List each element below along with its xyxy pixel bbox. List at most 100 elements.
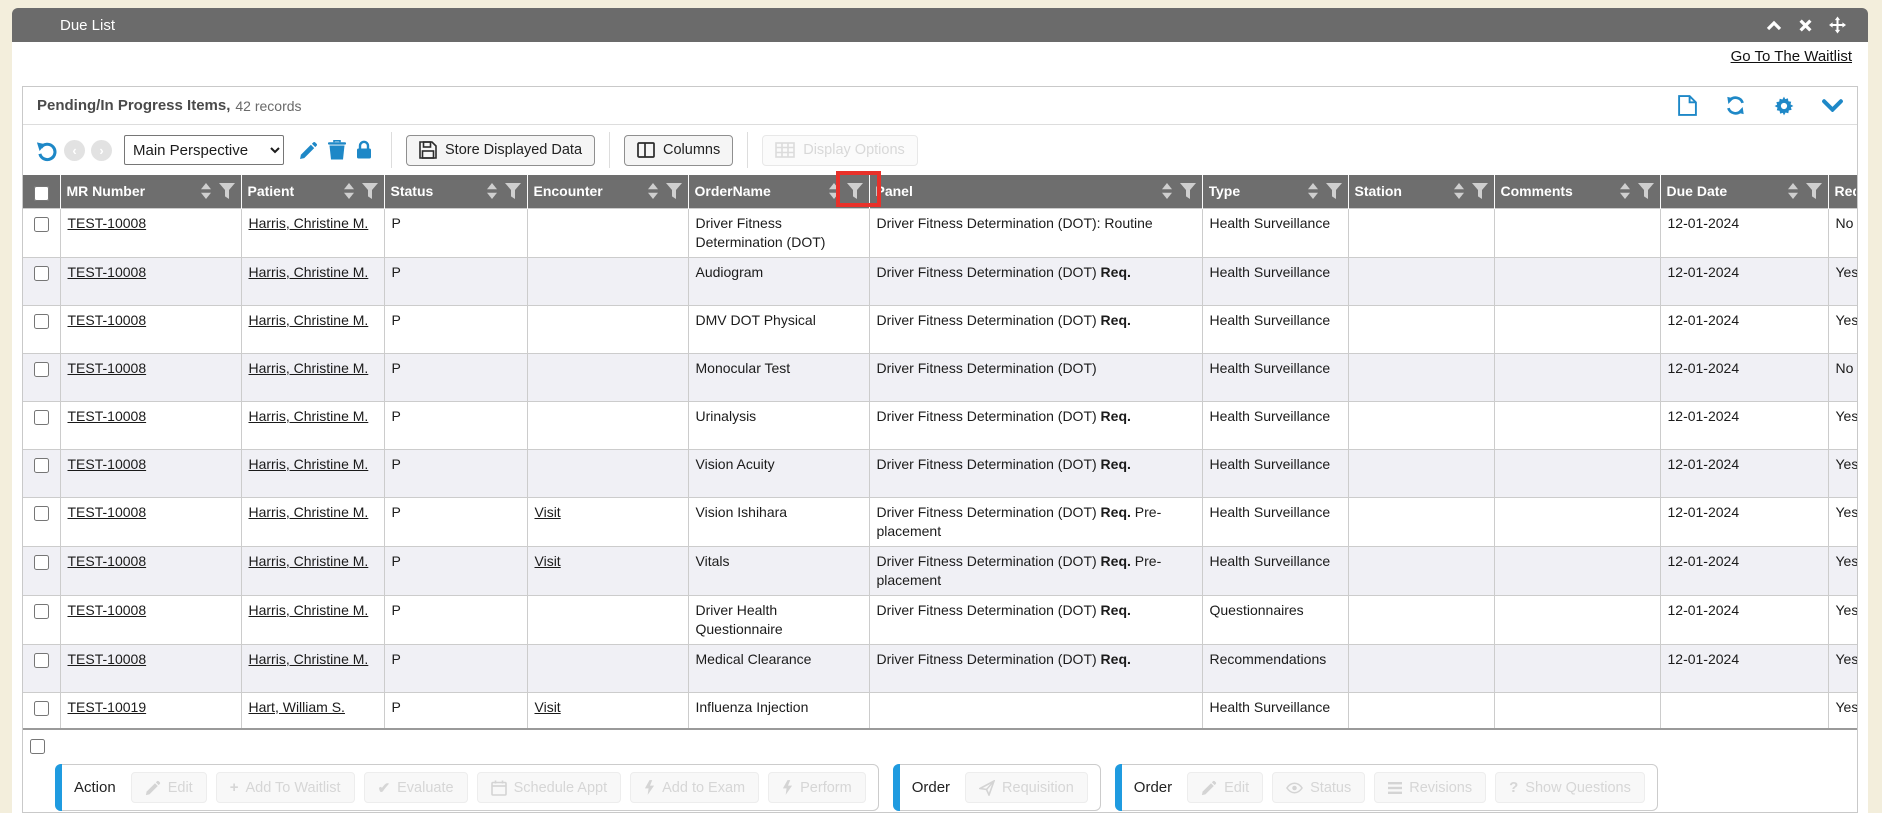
column-header-patient[interactable]: Patient (241, 175, 384, 208)
sort-icon[interactable] (1453, 183, 1465, 199)
row-checkbox[interactable] (34, 217, 49, 232)
delete-perspective-trash-icon[interactable] (328, 140, 346, 160)
column-header-req[interactable]: Req (1828, 175, 1857, 208)
patient-link[interactable]: Harris, Christine M. (249, 602, 369, 618)
cell-type: Questionnaires (1202, 595, 1348, 644)
sort-icon[interactable] (343, 183, 355, 199)
group-accent-bar (1115, 764, 1122, 811)
mr-number-link[interactable]: TEST-10008 (68, 456, 147, 472)
perspective-select[interactable]: Main Perspective (124, 135, 284, 165)
cell-comments (1494, 305, 1660, 353)
column-header-type[interactable]: Type (1202, 175, 1348, 208)
collapse-icon[interactable] (1765, 17, 1782, 34)
mr-number-link[interactable]: TEST-10019 (68, 699, 147, 715)
cell-type: Health Surveillance (1202, 692, 1348, 729)
mr-number-link[interactable]: TEST-10008 (68, 651, 147, 667)
column-header-ordername[interactable]: OrderName (688, 175, 869, 208)
sort-icon[interactable] (486, 183, 498, 199)
cell-select (23, 692, 60, 729)
sort-icon[interactable] (1307, 183, 1319, 199)
gear-icon[interactable] (1774, 96, 1794, 116)
mr-number-link[interactable]: TEST-10008 (68, 264, 147, 280)
cell-required: No (1828, 208, 1857, 257)
cell-panel: Driver Fitness Determination (DOT) (869, 353, 1202, 401)
undo-icon[interactable] (35, 139, 58, 162)
patient-link[interactable]: Hart, William S. (249, 699, 345, 715)
row-checkbox[interactable] (34, 653, 49, 668)
mr-number-link[interactable]: TEST-10008 (68, 602, 147, 618)
patient-link[interactable]: Harris, Christine M. (249, 215, 369, 231)
column-header-station[interactable]: Station (1348, 175, 1494, 208)
filter-icon[interactable] (1472, 183, 1488, 199)
row-checkbox[interactable] (34, 458, 49, 473)
columns-button[interactable]: Columns (624, 135, 733, 166)
patient-link[interactable]: Harris, Christine M. (249, 651, 369, 667)
cell-patient: Harris, Christine M. (241, 305, 384, 353)
column-header-due-date[interactable]: Due Date (1660, 175, 1828, 208)
patient-link[interactable]: Harris, Christine M. (249, 456, 369, 472)
column-header-comments[interactable]: Comments (1494, 175, 1660, 208)
edit-perspective-pencil-icon[interactable] (299, 141, 318, 160)
mr-number-link[interactable]: TEST-10008 (68, 215, 147, 231)
panel-required-flag: Req. (1101, 408, 1131, 424)
filter-icon[interactable] (1326, 183, 1342, 199)
encounter-link[interactable]: Visit (535, 504, 561, 520)
row-checkbox[interactable] (34, 506, 49, 521)
encounter-link[interactable]: Visit (535, 553, 561, 569)
column-label: Status (391, 183, 479, 199)
row-checkbox[interactable] (34, 701, 49, 716)
encounter-link[interactable]: Visit (535, 699, 561, 715)
move-icon[interactable] (1829, 17, 1846, 34)
row-checkbox[interactable] (34, 266, 49, 281)
column-label: Patient (248, 183, 336, 199)
patient-link[interactable]: Harris, Christine M. (249, 312, 369, 328)
footer-select-checkbox[interactable] (30, 739, 45, 754)
column-header-panel[interactable]: Panel (869, 175, 1202, 208)
patient-link[interactable]: Harris, Christine M. (249, 504, 369, 520)
filter-icon[interactable] (362, 183, 378, 199)
close-icon[interactable] (1797, 17, 1814, 34)
mr-number-link[interactable]: TEST-10008 (68, 408, 147, 424)
filter-icon[interactable] (1806, 183, 1822, 199)
cell-due-date: 12-01-2024 (1660, 497, 1828, 546)
column-header-status[interactable]: Status (384, 175, 527, 208)
sort-icon[interactable] (647, 183, 659, 199)
refresh-icon[interactable] (1725, 95, 1746, 116)
sort-icon[interactable] (828, 183, 840, 199)
patient-link[interactable]: Harris, Christine M. (249, 360, 369, 376)
row-checkbox[interactable] (34, 362, 49, 377)
sort-icon[interactable] (1161, 183, 1173, 199)
select-all-checkbox[interactable] (34, 186, 49, 201)
sort-icon[interactable] (200, 183, 212, 199)
lock-perspective-icon[interactable] (356, 140, 372, 160)
sort-icon[interactable] (1787, 183, 1799, 199)
cell-panel (869, 692, 1202, 729)
go-to-waitlist-link[interactable]: Go To The Waitlist (1731, 48, 1852, 65)
filter-icon[interactable] (1638, 183, 1654, 199)
filter-icon[interactable] (219, 183, 235, 199)
filter-icon[interactable] (1180, 183, 1196, 199)
patient-link[interactable]: Harris, Christine M. (249, 553, 369, 569)
patient-link[interactable]: Harris, Christine M. (249, 264, 369, 280)
store-displayed-data-button[interactable]: Store Displayed Data (406, 135, 595, 166)
column-header-mr-number[interactable]: MR Number (60, 175, 241, 208)
panel-chevron-down-icon[interactable] (1822, 99, 1843, 112)
filter-icon-highlighted[interactable] (847, 183, 863, 199)
row-checkbox[interactable] (34, 604, 49, 619)
new-document-icon[interactable] (1678, 95, 1697, 116)
row-checkbox[interactable] (34, 314, 49, 329)
mr-number-link[interactable]: TEST-10008 (68, 360, 147, 376)
filter-icon[interactable] (666, 183, 682, 199)
patient-link[interactable]: Harris, Christine M. (249, 408, 369, 424)
mr-number-link[interactable]: TEST-10008 (68, 553, 147, 569)
filter-icon[interactable] (505, 183, 521, 199)
cell-station (1348, 208, 1494, 257)
mr-number-link[interactable]: TEST-10008 (68, 312, 147, 328)
sort-icon[interactable] (1619, 183, 1631, 199)
row-checkbox[interactable] (34, 410, 49, 425)
row-checkbox[interactable] (34, 555, 49, 570)
cell-encounter: Visit (527, 692, 688, 729)
mr-number-link[interactable]: TEST-10008 (68, 504, 147, 520)
cell-patient: Harris, Christine M. (241, 208, 384, 257)
column-header-encounter[interactable]: Encounter (527, 175, 688, 208)
